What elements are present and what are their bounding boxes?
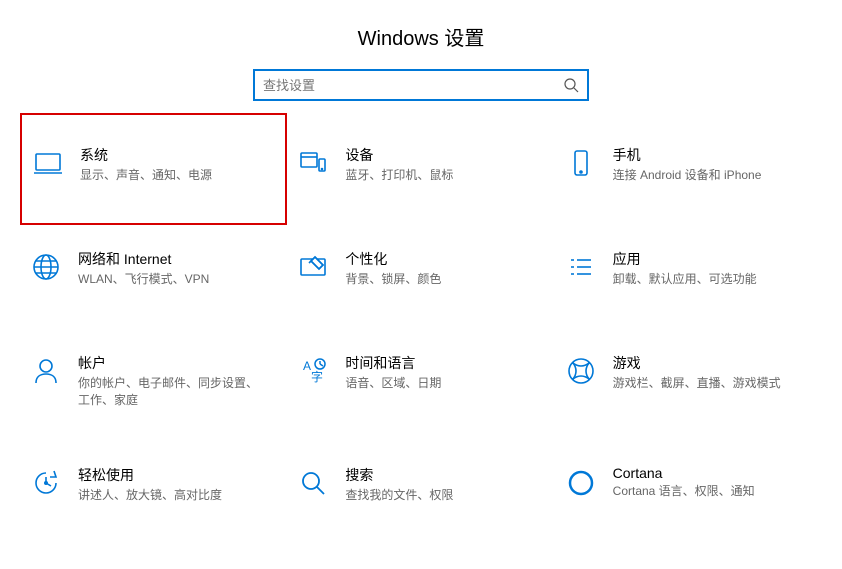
search-container [0,69,842,101]
tile-desc: 讲述人、放大镜、高对比度 [78,487,258,504]
tile-title: 网络和 Internet [78,249,279,269]
search-box[interactable] [253,69,589,101]
accounts-icon [28,353,64,389]
search-input[interactable] [263,78,563,93]
tile-text: 时间和语言 语音、区域、日期 [345,353,546,392]
tile-text: 搜索 查找我的文件、权限 [345,465,546,504]
cortana-icon [563,465,599,501]
tile-gaming[interactable]: 游戏 游戏栏、截屏、直播、游戏模式 [555,349,822,413]
svg-text:字: 字 [311,369,323,384]
tile-title: 帐户 [78,353,279,373]
tile-title: 个性化 [345,249,546,269]
tile-phone[interactable]: 手机 连接 Android 设备和 iPhone [555,141,822,197]
tile-text: 个性化 背景、锁屏、颜色 [345,249,546,288]
tile-title: 轻松使用 [78,465,279,485]
phone-icon [563,145,599,181]
tile-desc: 你的帐户、电子邮件、同步设置、工作、家庭 [78,375,258,409]
tile-desc: 显示、声音、通知、电源 [80,167,260,184]
tile-desc: Cortana 语言、权限、通知 [613,483,793,500]
page-title: Windows 设置 [0,0,842,69]
tile-text: 手机 连接 Android 设备和 iPhone [613,145,814,184]
tile-desc: 连接 Android 设备和 iPhone [613,167,793,184]
tile-title: 应用 [613,249,814,269]
magnify-icon [295,465,331,501]
tile-text: 应用 卸载、默认应用、可选功能 [613,249,814,288]
ease-access-icon [28,465,64,501]
globe-icon [28,249,64,285]
tile-text: 网络和 Internet WLAN、飞行模式、VPN [78,249,279,288]
tile-title: 时间和语言 [345,353,546,373]
search-icon [563,77,579,93]
tile-accounts[interactable]: 帐户 你的帐户、电子邮件、同步设置、工作、家庭 [20,349,287,413]
devices-icon [295,145,331,181]
settings-grid: 系统 显示、声音、通知、电源 设备 蓝牙、打印机、鼠标 手机 [0,141,842,517]
tile-text: 系统 显示、声音、通知、电源 [80,145,277,184]
tile-desc: WLAN、飞行模式、VPN [78,271,258,288]
tile-desc: 查找我的文件、权限 [345,487,525,504]
tile-devices[interactable]: 设备 蓝牙、打印机、鼠标 [287,141,554,197]
tile-personalization[interactable]: 个性化 背景、锁屏、颜色 [287,245,554,301]
tile-title: 游戏 [613,353,814,373]
tile-text: 设备 蓝牙、打印机、鼠标 [345,145,546,184]
tile-apps[interactable]: 应用 卸载、默认应用、可选功能 [555,245,822,301]
system-icon [30,145,66,181]
tile-network[interactable]: 网络和 Internet WLAN、飞行模式、VPN [20,245,287,301]
tile-search[interactable]: 搜索 查找我的文件、权限 [287,461,554,517]
tile-title: Cortana [613,465,814,481]
tile-text: 游戏 游戏栏、截屏、直播、游戏模式 [613,353,814,392]
apps-icon [563,249,599,285]
tile-title: 设备 [345,145,546,165]
gaming-icon [563,353,599,389]
personalize-icon [295,249,331,285]
tile-desc: 卸载、默认应用、可选功能 [613,271,793,288]
svg-text:A: A [303,359,311,373]
tile-text: Cortana Cortana 语言、权限、通知 [613,465,814,500]
tile-ease-access[interactable]: 轻松使用 讲述人、放大镜、高对比度 [20,461,287,517]
tile-title: 系统 [80,145,277,165]
tile-text: 帐户 你的帐户、电子邮件、同步设置、工作、家庭 [78,353,279,409]
tile-title: 手机 [613,145,814,165]
tile-system[interactable]: 系统 显示、声音、通知、电源 [20,113,287,225]
tile-title: 搜索 [345,465,546,485]
tile-desc: 背景、锁屏、颜色 [345,271,525,288]
tile-desc: 游戏栏、截屏、直播、游戏模式 [613,375,793,392]
time-language-icon: A 字 [295,353,331,389]
tile-cortana[interactable]: Cortana Cortana 语言、权限、通知 [555,461,822,517]
tile-desc: 蓝牙、打印机、鼠标 [345,167,525,184]
tile-desc: 语音、区域、日期 [345,375,525,392]
tile-time-language[interactable]: A 字 时间和语言 语音、区域、日期 [287,349,554,413]
tile-text: 轻松使用 讲述人、放大镜、高对比度 [78,465,279,504]
